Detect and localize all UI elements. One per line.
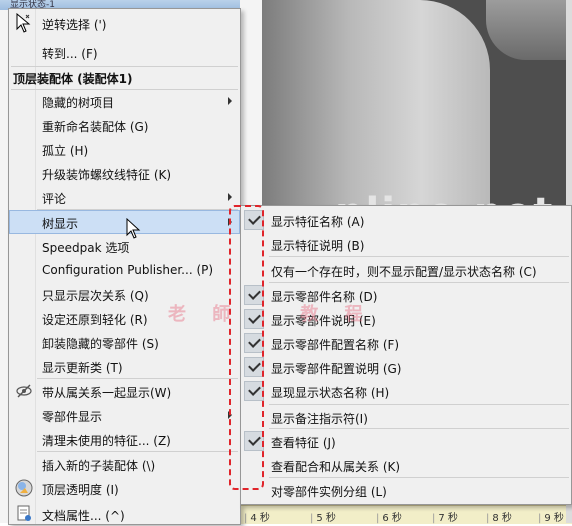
submenu-item-hide-single-config-name[interactable]: 仅有一个存在时，则不显示配置/显示状态名称 (C) [241, 258, 571, 282]
menu-item-rename-assembly[interactable]: 重新命名装配体 (G) [9, 113, 240, 137]
document-properties-icon [17, 505, 31, 521]
menu-item-document-properties[interactable]: 文档属性... (^) [9, 502, 240, 526]
submenu-item-show-component-config-names[interactable]: 显示零部件配置名称 (F) [241, 331, 571, 355]
mouse-pointer-icon [126, 218, 141, 239]
menu-item-speedpak-options[interactable]: Speedpak 选项 [9, 234, 240, 258]
annotation-highlight-box [229, 205, 264, 490]
timeline-tick: | 9 秒 [538, 513, 564, 524]
context-menu: 逆转选择 (') 转到... (F) 顶层装配体 (装配体1) 隐藏的树项目 重… [8, 8, 241, 525]
motion-timeline[interactable]: | 4 秒 | 5 秒 | 6 秒 | 7 秒 | 8 秒 | 9 秒 [240, 505, 572, 524]
tree-display-submenu: 显示特征名称 (A) 显示特征说明 (B) 仅有一个存在时，则不显示配置/显示状… [240, 205, 572, 505]
submenu-item-group-component-instances[interactable]: 对零部件实例分组 (L) [241, 478, 571, 502]
menu-item-component-display[interactable]: 零部件显示 [9, 403, 240, 427]
menu-item-show-update-holders[interactable]: 显示更新类 (T) [9, 354, 240, 378]
submenu-item-show-note-indicators[interactable]: 显示备注指示符(I) [241, 405, 571, 429]
submenu-item-view-mates-and-dependencies[interactable]: 查看配合和从属关系 (K) [241, 453, 571, 477]
menu-header-top-assembly: 顶层装配体 (装配体1) [13, 72, 133, 86]
menu-item-goto[interactable]: 转到... (F) [9, 40, 240, 64]
menu-item-clean-unused-features[interactable]: 清理未使用的特征... (Z) [9, 427, 240, 451]
menu-item-hidden-tree-items[interactable]: 隐藏的树项目 [9, 89, 240, 113]
menu-separator [269, 256, 569, 257]
submenu-item-view-features[interactable]: 查看特征 (J) [241, 429, 571, 453]
menu-item-unload-hidden-components[interactable]: 卸装隐藏的零部件 (S) [9, 330, 240, 354]
timeline-tick: | 5 秒 [310, 513, 336, 524]
submenu-item-show-feature-descriptions[interactable]: 显示特征说明 (B) [241, 232, 571, 256]
timeline-tick: | 7 秒 [432, 513, 458, 524]
timeline-tick: | 4 秒 [244, 513, 270, 524]
menu-item-isolate[interactable]: 孤立 (H) [9, 137, 240, 161]
menu-item-show-with-dependents[interactable]: 带从属关系一起显示(W) [9, 379, 240, 403]
select-cursor-icon [16, 13, 31, 33]
submenu-arrow-icon [228, 193, 232, 201]
menu-item-configuration-publisher[interactable]: Configuration Publisher... (P) [9, 258, 240, 282]
menu-item-tree-display[interactable]: 树显示 [9, 210, 240, 234]
submenu-arrow-icon [228, 97, 232, 105]
eye-slash-icon [16, 384, 32, 398]
3d-model-surface [262, 0, 490, 212]
timeline-tick: | 6 秒 [376, 513, 402, 524]
submenu-item-show-component-config-descriptions[interactable]: 显示零部件配置说明 (G) [241, 355, 571, 379]
menu-item-upgrade-cosmetic-thread[interactable]: 升级装饰螺纹线特征 (K) [9, 161, 240, 185]
transparency-icon [15, 479, 33, 497]
submenu-item-show-feature-names[interactable]: 显示特征名称 (A) [241, 208, 571, 232]
menu-item-invert-selection[interactable]: 逆转选择 (') [9, 11, 240, 35]
submenu-item-show-display-state-names[interactable]: 显现显示状态名称 (H) [241, 379, 571, 403]
timeline-tick: | 8 秒 [486, 513, 512, 524]
menu-item-comment[interactable]: 评论 [9, 185, 240, 209]
menu-item-top-level-transparency[interactable]: 顶层透明度 (I) [9, 476, 240, 500]
menu-item-insert-subassembly[interactable]: 插入新的子装配体 (\) [9, 452, 240, 476]
brand-watermark: 老 師教 程 [168, 304, 373, 325]
